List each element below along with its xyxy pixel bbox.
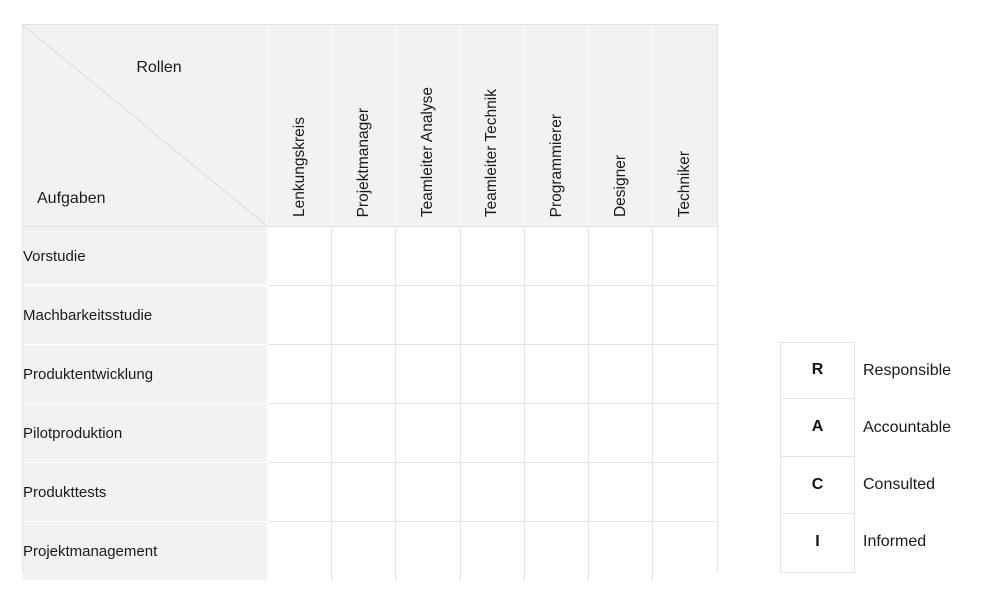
row-label-machbarkeitsstudie: Machbarkeitsstudie (23, 285, 268, 345)
raci-legend: R Responsible A Accountable C Consulted … (780, 342, 1000, 573)
legend-item-responsible: R Responsible (780, 342, 1000, 400)
legend-key-letter: A (780, 399, 855, 457)
row-label-vorstudie: Vorstudie (23, 226, 268, 286)
column-header-label: Teamleiter Technik (483, 88, 501, 217)
matrix-cell[interactable] (652, 344, 717, 404)
corner-header-cell: Rollen Aufgaben (23, 25, 268, 227)
column-header-label: Designer (611, 154, 629, 217)
column-header-label: Teamleiter Analyse (419, 86, 437, 217)
legend-item-label: Informed (863, 533, 927, 551)
matrix-cell[interactable] (331, 462, 397, 522)
matrix-cell[interactable] (460, 226, 525, 286)
matrix-cell[interactable] (331, 403, 397, 463)
matrix-cell[interactable] (267, 226, 333, 286)
matrix-cell[interactable] (524, 285, 590, 345)
legend-key-letter: I (815, 533, 820, 551)
raci-matrix: Rollen Aufgaben Lenkungskreis Projektman… (22, 24, 718, 580)
column-header-label: Lenkungskreis (290, 117, 308, 217)
matrix-cell[interactable] (460, 403, 525, 463)
matrix-cell[interactable] (395, 521, 461, 580)
table-row: Vorstudie (23, 226, 717, 286)
matrix-cell[interactable] (460, 285, 525, 345)
table-row: Machbarkeitsstudie (23, 285, 717, 345)
matrix-cell[interactable] (588, 403, 654, 463)
matrix-cell[interactable] (652, 521, 717, 580)
matrix-cell[interactable] (331, 521, 397, 580)
row-label-produktentwicklung: Produktentwicklung (23, 344, 268, 404)
row-label-produkttests: Produkttests (23, 462, 268, 522)
matrix-cell[interactable] (524, 226, 590, 286)
matrix-cell[interactable] (524, 462, 590, 522)
column-header-lenkungskreis: Lenkungskreis (267, 25, 333, 227)
table-body: Vorstudie Machbarkeitsstudie Produktentw… (23, 226, 717, 580)
row-label-projektmanagement: Projektmanagement (23, 521, 268, 580)
matrix-cell[interactable] (524, 344, 590, 404)
matrix-cell[interactable] (588, 344, 654, 404)
matrix-cell[interactable] (588, 226, 654, 286)
matrix-cell[interactable] (395, 403, 461, 463)
column-header-teamleiter-technik: Teamleiter Technik (460, 25, 525, 227)
column-header-programmierer: Programmierer (524, 25, 590, 227)
matrix-cell[interactable] (460, 344, 525, 404)
matrix-cell[interactable] (588, 521, 654, 580)
matrix-cell[interactable] (331, 285, 397, 345)
matrix-cell[interactable] (460, 521, 525, 580)
legend-item-informed: I Informed (780, 514, 1000, 571)
matrix-cell[interactable] (460, 462, 525, 522)
legend-item-label: Consulted (863, 476, 936, 494)
matrix-cell[interactable] (331, 344, 397, 404)
matrix-cell[interactable] (524, 521, 590, 580)
legend-item-label: Accountable (863, 418, 952, 436)
column-header-label: Programmierer (547, 113, 565, 217)
table-row: Produkttests (23, 462, 717, 522)
matrix-cell[interactable] (267, 285, 333, 345)
legend-item-consulted: C Consulted (780, 457, 1000, 514)
roles-axis-label: Rollen (136, 59, 182, 76)
matrix-cell[interactable] (267, 344, 333, 404)
table-row: Pilotproduktion (23, 403, 717, 463)
matrix-cell[interactable] (395, 226, 461, 286)
row-label-pilotproduktion: Pilotproduktion (23, 403, 268, 463)
column-header-label: Projektmanager (355, 107, 373, 217)
matrix-cell[interactable] (395, 285, 461, 345)
matrix-cell[interactable] (395, 344, 461, 404)
legend-key-letter: C (780, 457, 855, 514)
header-row: Rollen Aufgaben Lenkungskreis Projektman… (23, 25, 717, 227)
table-header: Rollen Aufgaben Lenkungskreis Projektman… (23, 25, 717, 227)
matrix-cell[interactable] (652, 226, 717, 286)
matrix-cell[interactable] (588, 285, 654, 345)
matrix-cell[interactable] (524, 403, 590, 463)
legend-item-accountable: A Accountable (780, 399, 1000, 457)
matrix-cell[interactable] (588, 462, 654, 522)
matrix-cell[interactable] (267, 462, 333, 522)
column-header-label: Techniker (676, 150, 694, 217)
column-header-techniker: Techniker (652, 25, 717, 227)
matrix-cell[interactable] (652, 285, 717, 345)
raci-table: Rollen Aufgaben Lenkungskreis Projektman… (23, 25, 717, 580)
matrix-cell[interactable] (267, 403, 333, 463)
tasks-axis-label: Aufgaben (37, 190, 106, 207)
column-header-designer: Designer (588, 25, 654, 227)
table-row: Projektmanagement (23, 521, 717, 580)
column-header-teamleiter-analyse: Teamleiter Analyse (395, 25, 461, 227)
column-header-projektmanager: Projektmanager (331, 25, 397, 227)
matrix-cell[interactable] (652, 403, 717, 463)
matrix-cell[interactable] (331, 226, 397, 286)
table-row: Produktentwicklung (23, 344, 717, 404)
legend-key-letter: R (780, 342, 855, 400)
matrix-cell[interactable] (652, 462, 717, 522)
matrix-cell[interactable] (395, 462, 461, 522)
matrix-cell[interactable] (267, 521, 333, 580)
legend-item-label: Responsible (863, 361, 952, 379)
